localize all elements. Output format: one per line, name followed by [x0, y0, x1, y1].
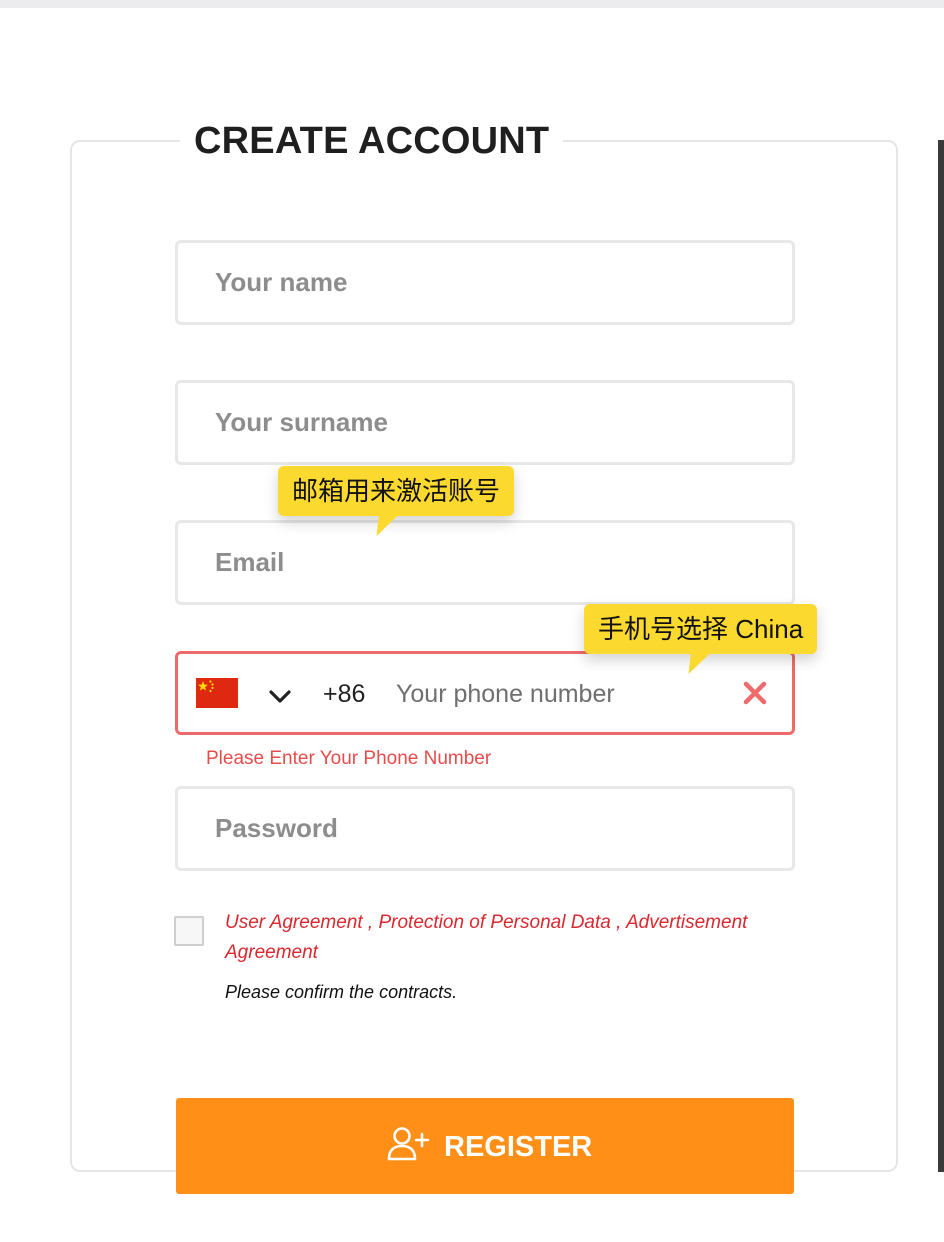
- password-input[interactable]: [178, 789, 792, 868]
- surname-input[interactable]: [178, 383, 792, 462]
- personal-data-link[interactable]: Protection of Personal Data: [378, 912, 610, 933]
- phone-tooltip-text: 手机号选择 China: [598, 614, 804, 644]
- agreement-separator: ,: [610, 912, 626, 933]
- register-button[interactable]: REGISTER: [176, 1098, 794, 1194]
- agreement-links: User Agreement , Protection of Personal …: [225, 908, 795, 968]
- dial-code: +86: [323, 680, 366, 708]
- agreement-separator: ,: [362, 912, 379, 933]
- email-tooltip: 邮箱用来激活账号: [278, 466, 515, 536]
- agreement-checkbox[interactable]: [174, 916, 204, 946]
- browser-top-strip: [0, 0, 944, 8]
- china-flag-icon[interactable]: [196, 678, 238, 708]
- user-agreement-link[interactable]: User Agreement: [225, 912, 363, 933]
- page-title: CREATE ACCOUNT: [180, 118, 564, 164]
- close-icon[interactable]: [740, 678, 770, 708]
- confirm-contracts-text: Please confirm the contracts.: [225, 982, 458, 1002]
- password-field: [175, 786, 795, 871]
- phone-error-message: Please Enter Your Phone Number: [206, 748, 492, 769]
- name-input[interactable]: [178, 243, 792, 322]
- background-edge: [938, 140, 944, 1172]
- phone-input[interactable]: [396, 668, 726, 720]
- email-input[interactable]: [178, 523, 792, 602]
- phone-tooltip: 手机号选择 China: [584, 604, 818, 674]
- surname-field: [175, 380, 795, 465]
- email-tooltip-text: 邮箱用来激活账号: [292, 476, 501, 506]
- chevron-down-icon[interactable]: [266, 682, 294, 710]
- add-user-icon: [386, 1126, 430, 1162]
- name-field: [175, 240, 795, 325]
- email-field: [175, 520, 795, 605]
- register-label: REGISTER: [444, 1131, 593, 1163]
